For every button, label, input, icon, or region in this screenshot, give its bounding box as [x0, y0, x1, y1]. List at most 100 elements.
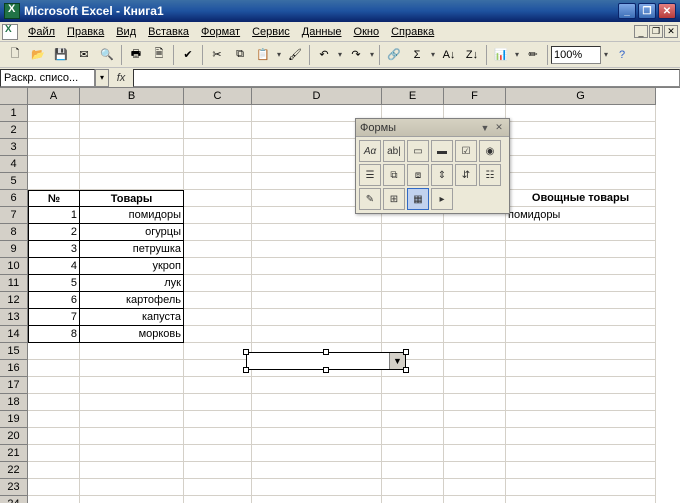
cell[interactable] — [184, 207, 252, 224]
cell[interactable] — [28, 343, 80, 360]
chart-wizard-button[interactable]: 📊 — [490, 44, 512, 66]
cell[interactable] — [28, 428, 80, 445]
sort-desc-button[interactable]: Z↓ — [461, 44, 483, 66]
menu-tools[interactable]: Сервис — [246, 24, 296, 40]
cell[interactable]: картофель — [80, 292, 184, 309]
cell[interactable] — [382, 411, 444, 428]
undo-dropdown[interactable]: ▾ — [336, 44, 344, 66]
open-button[interactable]: 📂 — [27, 44, 49, 66]
workbook-icon[interactable] — [2, 24, 18, 40]
cell[interactable] — [382, 258, 444, 275]
autosum-dropdown[interactable]: ▾ — [429, 44, 437, 66]
cell[interactable] — [444, 428, 506, 445]
cell[interactable]: 1 — [28, 207, 80, 224]
cell[interactable] — [506, 496, 656, 503]
cell[interactable] — [444, 411, 506, 428]
row-header[interactable]: 23 — [0, 479, 28, 496]
cell[interactable] — [444, 445, 506, 462]
selection-handle[interactable] — [403, 349, 409, 355]
cell[interactable] — [506, 377, 656, 394]
cell[interactable] — [444, 394, 506, 411]
cell[interactable] — [28, 156, 80, 173]
cell[interactable]: морковь — [80, 326, 184, 343]
cell[interactable] — [444, 224, 506, 241]
forms-toggle-control[interactable]: ⊞ — [383, 188, 405, 210]
cell[interactable]: петрушка — [80, 241, 184, 258]
cell[interactable] — [184, 292, 252, 309]
row-header[interactable]: 18 — [0, 394, 28, 411]
print-preview-button[interactable]: 🗎 — [148, 44, 170, 66]
new-button[interactable]: 🗋 — [4, 44, 26, 66]
row-header[interactable]: 4 — [0, 156, 28, 173]
forms-code-control[interactable]: ✎ — [359, 188, 381, 210]
cell[interactable] — [80, 428, 184, 445]
cell[interactable] — [506, 275, 656, 292]
worksheet[interactable]: ABCDEFG 12345678910111213141516171819202… — [0, 88, 680, 503]
cell[interactable] — [506, 343, 656, 360]
cell[interactable] — [252, 326, 382, 343]
cell[interactable] — [80, 462, 184, 479]
cell[interactable] — [382, 496, 444, 503]
cell[interactable] — [184, 241, 252, 258]
selection-handle[interactable] — [243, 367, 249, 373]
cell[interactable]: 8 — [28, 326, 80, 343]
forms-listbox-control[interactable]: ☰ — [359, 164, 381, 186]
cell[interactable] — [184, 394, 252, 411]
menu-edit[interactable]: Правка — [61, 24, 110, 40]
paste-button[interactable]: 📋 — [252, 44, 274, 66]
redo-dropdown[interactable]: ▾ — [368, 44, 376, 66]
forms-toolbar-options[interactable]: ▼ — [479, 122, 491, 134]
row-header[interactable]: 11 — [0, 275, 28, 292]
zoom-dropdown[interactable]: ▾ — [602, 44, 610, 66]
selection-handle[interactable] — [403, 367, 409, 373]
help-button[interactable]: ? — [611, 44, 633, 66]
forms-button-control[interactable]: ▬ — [431, 140, 453, 162]
forms-toolbar-close[interactable]: ✕ — [493, 122, 505, 134]
cell[interactable] — [252, 496, 382, 503]
cell[interactable] — [28, 139, 80, 156]
cell[interactable] — [28, 411, 80, 428]
cell[interactable] — [184, 190, 252, 207]
cell[interactable] — [80, 173, 184, 190]
forms-radio-control[interactable]: ◉ — [479, 140, 501, 162]
forms-properties-control[interactable]: ☷ — [479, 164, 501, 186]
row-header[interactable]: 3 — [0, 139, 28, 156]
copy-button[interactable]: ⧉ — [229, 44, 251, 66]
cell[interactable] — [184, 326, 252, 343]
cell[interactable] — [184, 411, 252, 428]
menu-window[interactable]: Окно — [348, 24, 386, 40]
cell[interactable] — [80, 122, 184, 139]
cell[interactable] — [506, 462, 656, 479]
cell[interactable] — [506, 105, 656, 122]
name-box[interactable]: Раскр. списо... — [0, 69, 95, 87]
cell[interactable] — [80, 479, 184, 496]
cell[interactable] — [506, 292, 656, 309]
cell[interactable] — [184, 139, 252, 156]
row-header[interactable]: 2 — [0, 122, 28, 139]
row-header[interactable]: 13 — [0, 309, 28, 326]
cell[interactable] — [184, 445, 252, 462]
cell[interactable] — [184, 377, 252, 394]
row-header[interactable]: 9 — [0, 241, 28, 258]
cell[interactable]: помидоры — [506, 207, 656, 224]
cell[interactable] — [444, 479, 506, 496]
cell[interactable] — [444, 343, 506, 360]
cell[interactable] — [184, 258, 252, 275]
cell[interactable] — [28, 479, 80, 496]
cell[interactable] — [80, 445, 184, 462]
cell[interactable] — [80, 377, 184, 394]
cell[interactable] — [28, 377, 80, 394]
cell[interactable] — [382, 224, 444, 241]
column-header[interactable]: G — [506, 88, 656, 105]
mail-button[interactable]: ✉ — [73, 44, 95, 66]
cell[interactable] — [184, 462, 252, 479]
cell[interactable] — [28, 105, 80, 122]
cell[interactable] — [382, 428, 444, 445]
cell[interactable]: 2 — [28, 224, 80, 241]
cell[interactable] — [382, 292, 444, 309]
row-header[interactable]: 15 — [0, 343, 28, 360]
column-header[interactable]: E — [382, 88, 444, 105]
cell[interactable] — [444, 496, 506, 503]
cell[interactable] — [506, 224, 656, 241]
cell[interactable] — [184, 173, 252, 190]
